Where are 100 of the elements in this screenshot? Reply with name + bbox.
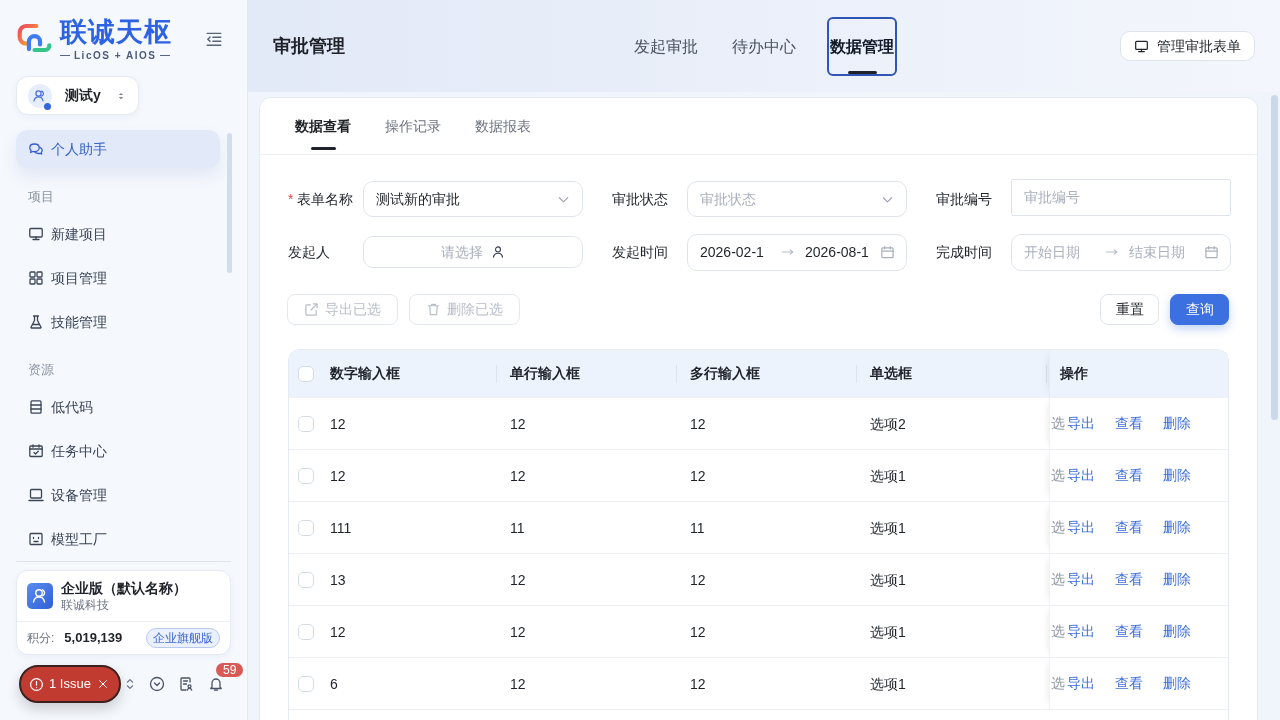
- tab[interactable]: 操作记录: [385, 98, 441, 154]
- action-link[interactable]: 查看: [1115, 413, 1143, 434]
- calendar-icon: [1204, 244, 1219, 260]
- document-user-icon[interactable]: [178, 676, 194, 692]
- field-label: 完成时间: [936, 242, 992, 262]
- close-icon[interactable]: [97, 678, 109, 690]
- reset-button[interactable]: 重置: [1100, 294, 1159, 325]
- brand-tagline: LicOS + AIOS: [74, 50, 157, 61]
- company-name: 联诚科技: [61, 597, 110, 613]
- table-cell: 111: [330, 519, 352, 536]
- nav-item[interactable]: 个人助手: [16, 130, 220, 168]
- manage-forms-button[interactable]: 管理审批表单: [1120, 31, 1255, 61]
- workspace-switcher[interactable]: 测试y: [16, 76, 139, 115]
- action-link[interactable]: 查看: [1115, 465, 1143, 486]
- table-cell: 12: [690, 415, 706, 432]
- table-cell: 12: [690, 571, 706, 588]
- points-label: 积分:: [27, 630, 55, 647]
- robot-face-icon: [28, 531, 44, 547]
- checkbox[interactable]: [298, 623, 314, 640]
- table-cell: 12: [510, 571, 526, 588]
- organization-icon: [27, 583, 53, 609]
- action-link[interactable]: 导出: [1067, 621, 1095, 642]
- monitor-icon: [1134, 38, 1149, 54]
- checkbox[interactable]: [298, 415, 314, 432]
- column-header: 数字输入框: [330, 364, 400, 383]
- section-label: 资源: [27, 361, 55, 379]
- table-cell: 选项1: [870, 467, 906, 484]
- action-link[interactable]: 删除: [1163, 465, 1191, 486]
- column-header: 单行输入框: [510, 364, 580, 383]
- action-link[interactable]: 查看: [1115, 569, 1143, 590]
- checkbox[interactable]: [298, 467, 314, 484]
- circle-chevron-icon[interactable]: [149, 676, 165, 692]
- tab[interactable]: 数据报表: [475, 98, 531, 154]
- checkbox[interactable]: [298, 365, 314, 382]
- grid-icon: [28, 270, 44, 286]
- nav-item[interactable]: 技能管理: [16, 303, 220, 341]
- table-cell: 12: [330, 415, 346, 432]
- table-cell: 12: [510, 623, 526, 640]
- partial-cell-text: 选: [1051, 570, 1065, 589]
- table-cell: 12: [330, 623, 346, 640]
- table-cell: 12: [510, 675, 526, 692]
- header-tab[interactable]: 待办中心: [729, 16, 799, 76]
- table-cell: 12: [510, 467, 526, 484]
- table-cell: 选项1: [870, 623, 906, 640]
- checkbox[interactable]: [298, 519, 314, 536]
- action-link[interactable]: 删除: [1163, 673, 1191, 694]
- table-cell: 选项2: [870, 415, 906, 432]
- document-icon: [28, 399, 44, 415]
- date-range-field[interactable]: 2026-02-1 2026-08-1: [687, 233, 907, 271]
- partial-cell-text: 选: [1051, 674, 1065, 693]
- action-link[interactable]: 导出: [1067, 569, 1095, 590]
- monitor-icon: [28, 226, 44, 242]
- field-label: 审批状态: [612, 189, 668, 209]
- input-field[interactable]: 审批编号: [1011, 178, 1231, 216]
- scrollbar-thumb[interactable]: [1271, 95, 1278, 420]
- action-link[interactable]: 导出: [1067, 413, 1095, 434]
- nav-item[interactable]: 模型工厂: [16, 520, 220, 558]
- nav-item[interactable]: 设备管理: [16, 476, 220, 514]
- flask-icon: [28, 314, 44, 330]
- query-button[interactable]: 查询: [1170, 294, 1229, 325]
- nav-item[interactable]: 任务中心: [16, 432, 220, 470]
- nav-item[interactable]: 项目管理: [16, 259, 220, 297]
- header-tab[interactable]: 发起审批: [631, 16, 701, 76]
- partial-cell-text: 选: [1051, 414, 1065, 433]
- partial-cell-text: 选: [1051, 622, 1065, 641]
- action-link[interactable]: 查看: [1115, 673, 1143, 694]
- table-cell: 11: [510, 519, 525, 536]
- nav-item[interactable]: 低代码: [16, 388, 220, 426]
- checkbox[interactable]: [298, 571, 314, 588]
- issue-badge[interactable]: 1 Issue: [19, 665, 121, 703]
- export-icon: [304, 302, 319, 317]
- action-link[interactable]: 导出: [1067, 517, 1095, 538]
- field-label: 表单名称: [297, 189, 354, 209]
- action-link[interactable]: 删除: [1163, 413, 1191, 434]
- partial-cell-text: 选: [1051, 466, 1065, 485]
- table-cell: 选项1: [870, 571, 906, 588]
- table-cell: 选项1: [870, 675, 906, 692]
- bell-icon[interactable]: [208, 676, 224, 692]
- calendar-icon: [880, 244, 895, 260]
- column-header: 操作: [1060, 364, 1088, 383]
- user-icon: [491, 245, 505, 259]
- collapse-menu-icon[interactable]: [205, 30, 223, 48]
- nav-item[interactable]: 新建项目: [16, 215, 220, 253]
- scrollbar-thumb[interactable]: [227, 133, 232, 273]
- action-link[interactable]: 查看: [1115, 517, 1143, 538]
- table-cell: 6: [330, 675, 338, 692]
- checkbox[interactable]: [298, 675, 314, 692]
- action-link[interactable]: 导出: [1067, 465, 1095, 486]
- select-field[interactable]: 测试新的审批: [363, 181, 583, 217]
- points-value: 5,019,139: [64, 629, 123, 648]
- tab[interactable]: 数据查看: [295, 98, 351, 154]
- action-link[interactable]: 查看: [1115, 621, 1143, 642]
- action-link[interactable]: 删除: [1163, 621, 1191, 642]
- header-tab[interactable]: 数据管理: [827, 16, 897, 76]
- action-link[interactable]: 删除: [1163, 517, 1191, 538]
- laptop-icon: [28, 487, 44, 503]
- action-link[interactable]: 删除: [1163, 569, 1191, 590]
- table-cell: 12: [330, 467, 346, 484]
- column-header: 多行输入框: [690, 364, 760, 383]
- action-link[interactable]: 导出: [1067, 673, 1095, 694]
